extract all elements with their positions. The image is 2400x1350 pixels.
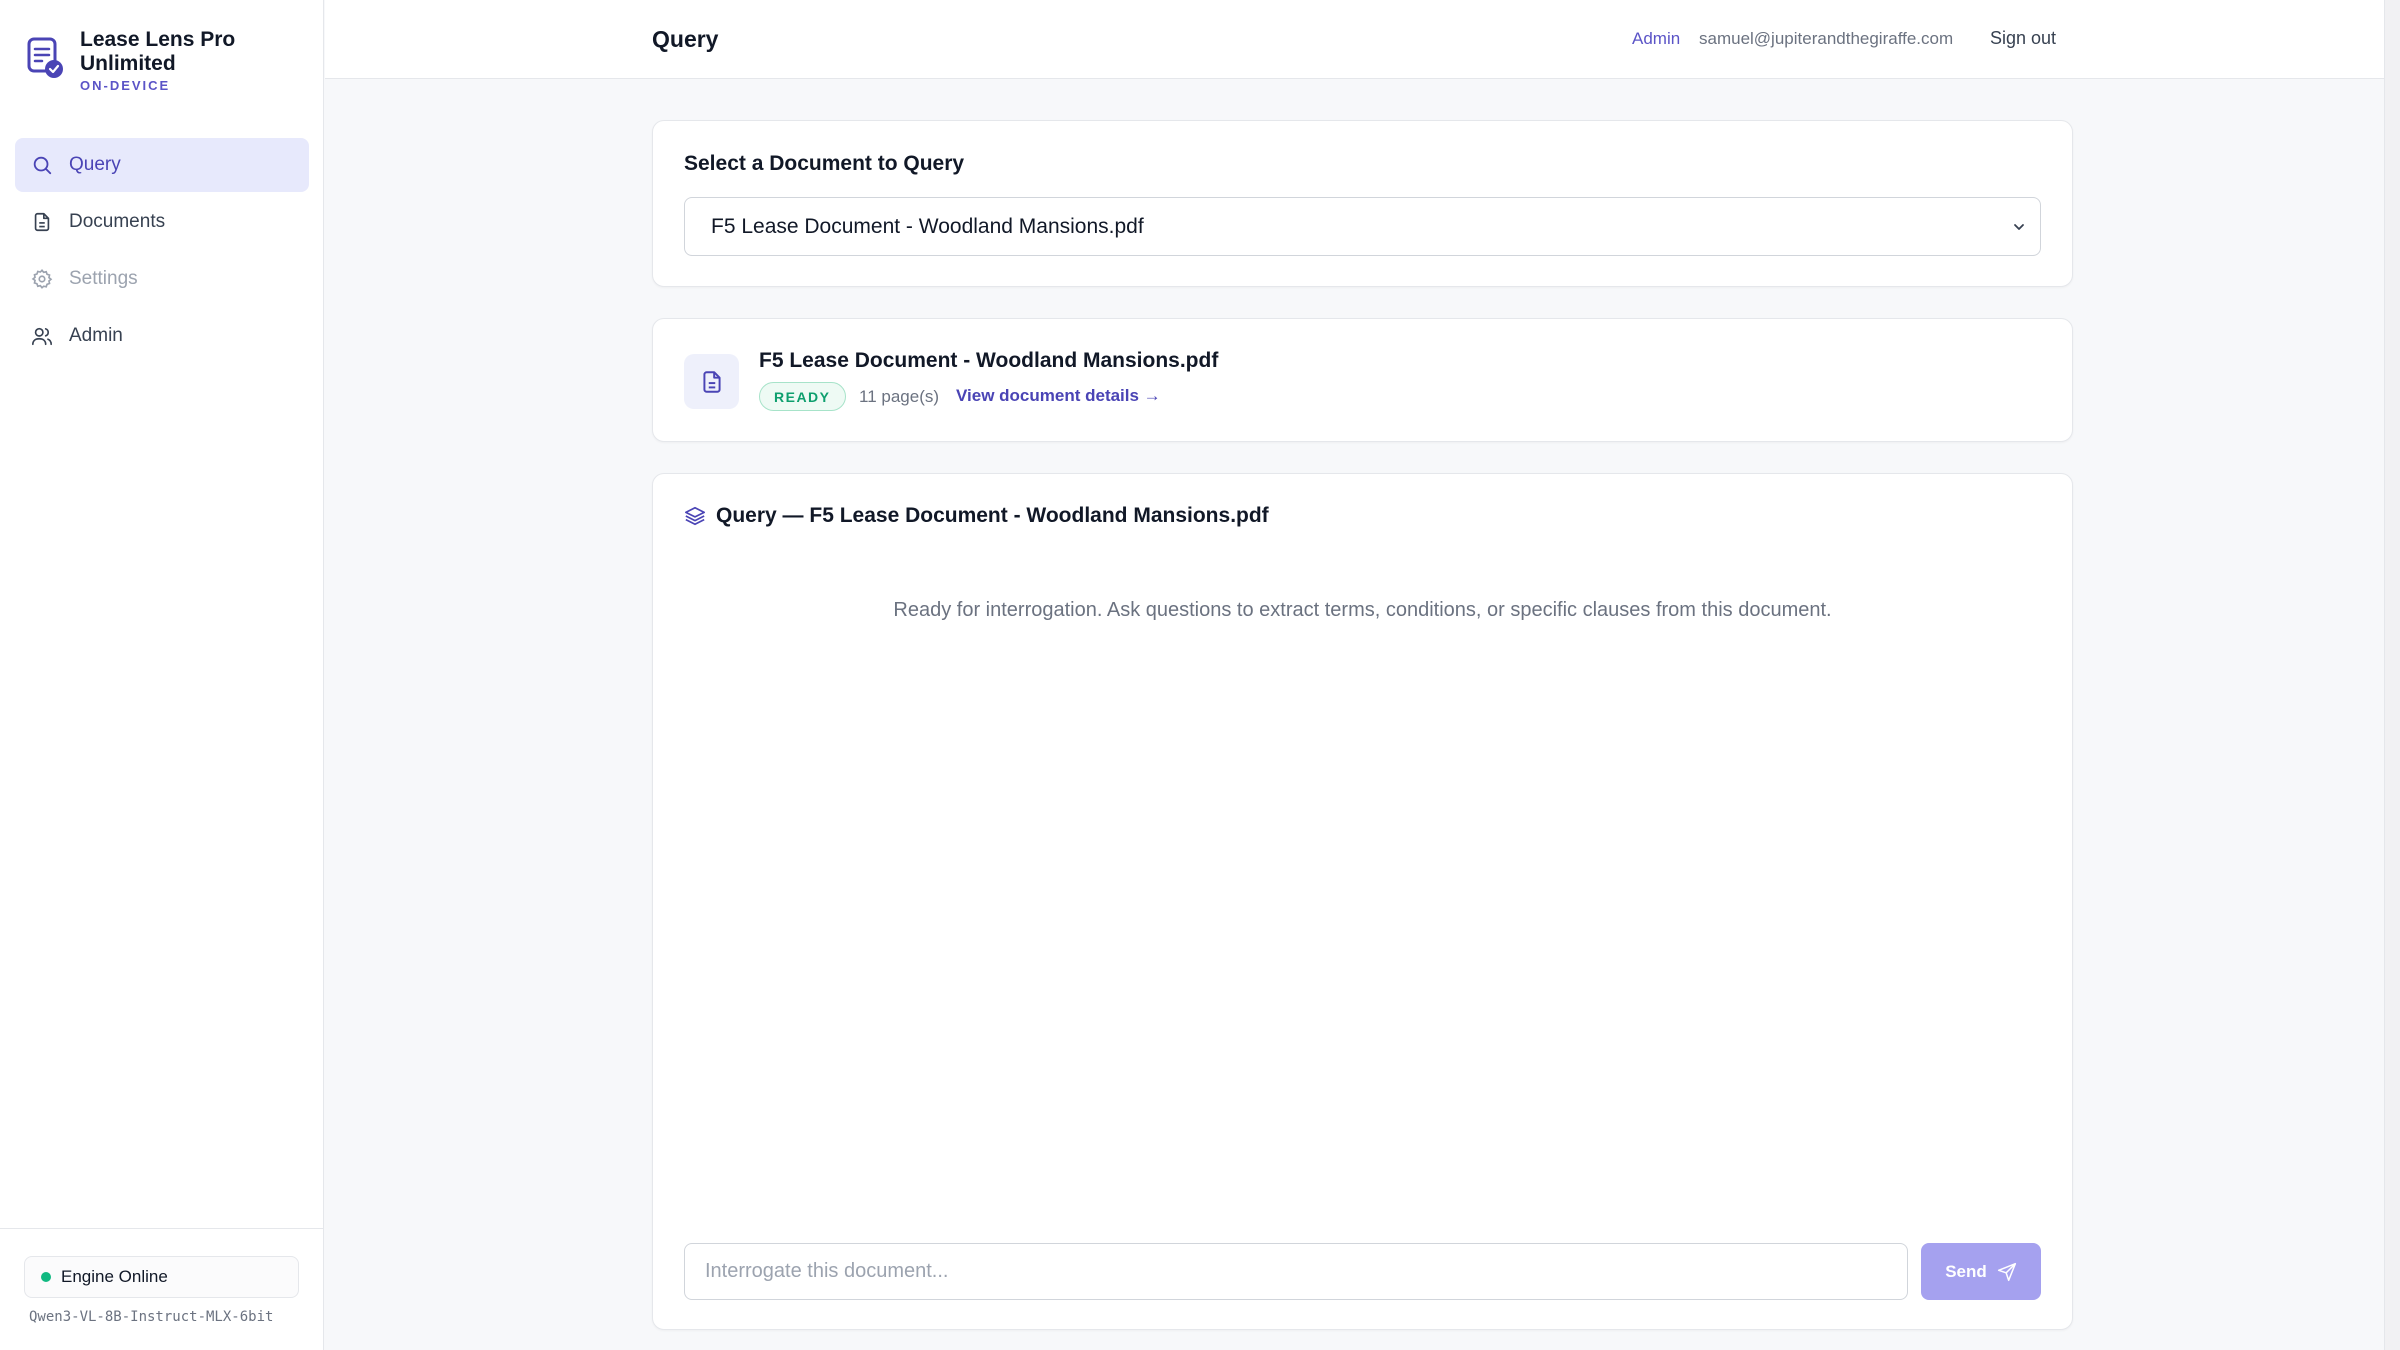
sidebar-item-label: Admin	[69, 325, 123, 346]
app-subtitle: ON-DEVICE	[80, 78, 171, 93]
page-scrollbar[interactable]	[2384, 0, 2400, 1350]
page-count: 11 page(s)	[859, 387, 940, 406]
document-select-value: F5 Lease Document - Woodland Mansions.pd…	[711, 214, 1144, 238]
search-icon	[33, 156, 52, 175]
status-dot-icon	[41, 1272, 51, 1282]
sidebar: Lease Lens Pro Unlimited ON-DEVICE Query…	[0, 0, 324, 1350]
view-document-details-link[interactable]: View document details →	[956, 386, 1161, 406]
send-button[interactable]: Send	[1921, 1243, 2041, 1300]
sidebar-item-label: Settings	[69, 268, 138, 289]
chevron-down-icon	[2014, 224, 2024, 230]
document-icon	[702, 370, 721, 393]
sign-out-button[interactable]: Sign out	[1990, 28, 2056, 49]
document-thumbnail	[684, 354, 739, 409]
document-check-logo-icon	[27, 37, 63, 78]
sidebar-item-settings[interactable]: Settings	[15, 252, 309, 306]
query-title: Query — F5 Lease Document - Woodland Man…	[716, 504, 1269, 527]
user-email: samuel@jupiterandthegiraffe.com	[1699, 29, 1954, 48]
send-icon	[1997, 1262, 2016, 1281]
document-icon	[34, 212, 50, 232]
document-select[interactable]: F5 Lease Document - Woodland Mansions.pd…	[684, 197, 2041, 256]
top-header: Query Admin samuel@jupiterandthegiraffe.…	[325, 0, 2400, 79]
sidebar-item-documents[interactable]: Documents	[15, 195, 309, 249]
sidebar-item-label: Documents	[69, 211, 166, 232]
status-badge: READY	[759, 382, 846, 411]
brand[interactable]: Lease Lens Pro Unlimited ON-DEVICE	[26, 28, 250, 93]
sidebar-item-query[interactable]: Query	[15, 138, 309, 192]
query-input[interactable]	[684, 1243, 1908, 1300]
document-info-card: F5 Lease Document - Woodland Mansions.pd…	[652, 318, 2073, 442]
sidebar-nav: Query Documents Settings Admin	[15, 138, 309, 366]
app-title: Lease Lens Pro Unlimited	[80, 28, 236, 75]
users-icon	[32, 327, 52, 346]
layers-icon	[685, 506, 705, 526]
engine-status-text: Engine Online	[61, 1267, 168, 1286]
select-document-label: Select a Document to Query	[684, 152, 965, 175]
query-card: Query — F5 Lease Document - Woodland Man…	[652, 473, 2073, 1330]
admin-role-link[interactable]: Admin	[1632, 29, 1680, 49]
page-title: Query	[652, 26, 719, 52]
gear-icon	[31, 269, 53, 289]
sidebar-footer: Engine Online Qwen3-VL-8B-Instruct-MLX-6…	[0, 1228, 324, 1350]
document-name: F5 Lease Document - Woodland Mansions.pd…	[759, 349, 1219, 372]
model-name: Qwen3-VL-8B-Instruct-MLX-6bit	[29, 1309, 274, 1325]
sidebar-item-admin[interactable]: Admin	[15, 309, 309, 363]
send-button-label: Send	[1945, 1261, 1987, 1281]
sidebar-item-label: Query	[69, 154, 121, 175]
select-document-card: Select a Document to Query F5 Lease Docu…	[652, 120, 2073, 287]
empty-state-message: Ready for interrogation. Ask questions t…	[893, 599, 1832, 621]
engine-status-badge: Engine Online	[24, 1256, 299, 1298]
